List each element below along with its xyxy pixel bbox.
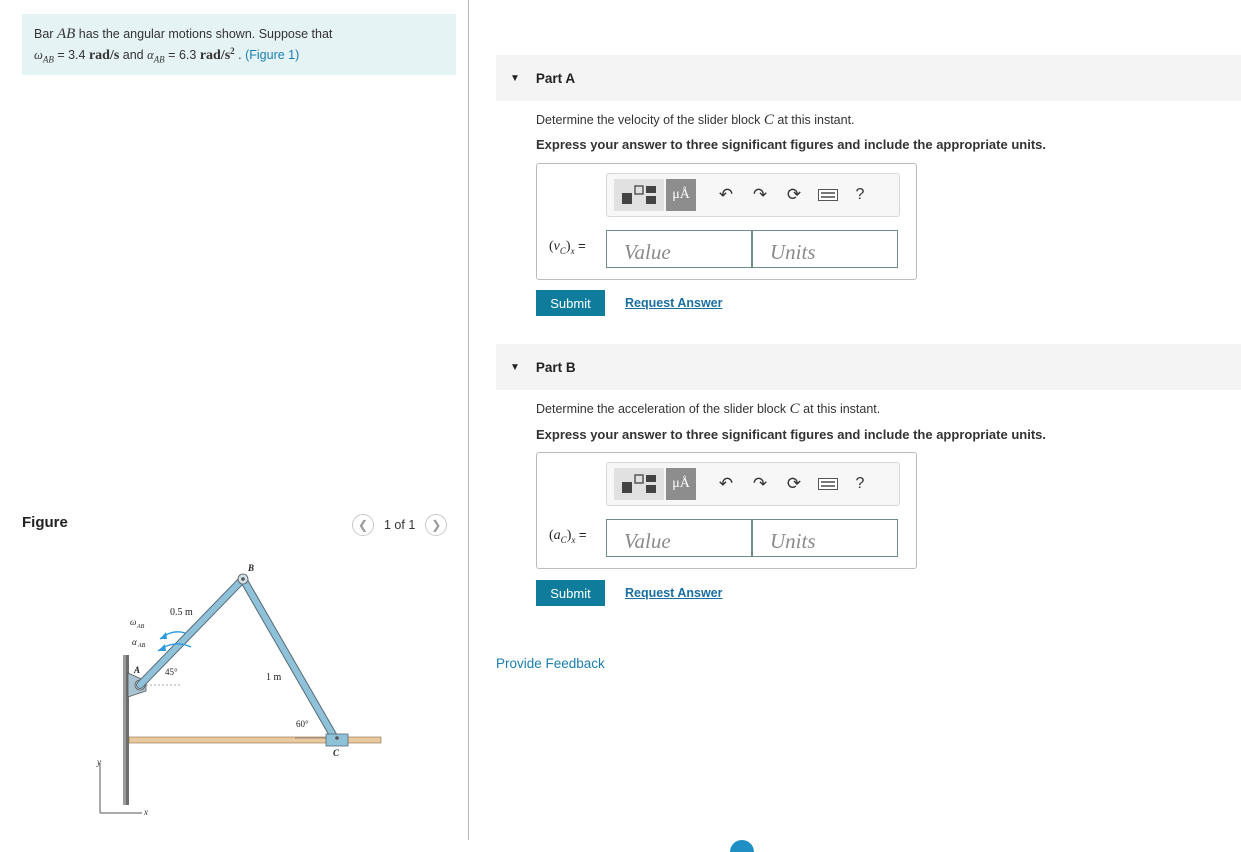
label-angle-45: 45° (165, 667, 178, 677)
part-a-units-input[interactable] (752, 230, 898, 268)
alpha-unit-exponent: 2 (230, 46, 235, 56)
reset-icon[interactable]: ⟳ (782, 183, 806, 207)
label-length-ab: 0.5 m (170, 607, 193, 618)
slider-block (325, 733, 349, 747)
problem-text: has the angular motions shown. Suppose t… (78, 27, 333, 41)
part-a-toolbar: μÅ ↶ ↷ ⟳ ? (606, 173, 900, 217)
part-b-instruction-var: C (789, 401, 800, 417)
templates-button[interactable] (614, 468, 664, 500)
label-b: B (247, 563, 254, 573)
mechanism-figure: y x B A C 0.5 m 1 m ω AB α AB 45° 60° (96, 563, 382, 817)
eq-comp: x (571, 534, 576, 545)
part-a-instruction-bold: Express your answer to three significant… (536, 137, 1046, 152)
label-c: C (333, 748, 340, 758)
next-figure-button[interactable]: ❯ (425, 514, 448, 536)
part-a-instruction-var: C (763, 112, 774, 128)
eq-equals: = (578, 238, 586, 253)
label-omega: ω (130, 617, 136, 627)
label-length-bc: 1 m (266, 672, 282, 683)
part-a-submit-button[interactable]: Submit (536, 290, 605, 316)
part-a-value-input[interactable] (606, 230, 752, 268)
part-b-units-input[interactable] (752, 519, 898, 557)
part-a-answer-box: μÅ ↶ ↷ ⟳ ? (vC)x = (536, 163, 917, 280)
redo-icon[interactable]: ↷ (748, 472, 772, 496)
figure-heading: Figure (22, 514, 68, 531)
part-b-instruction: Determine the acceleration of the slider… (536, 401, 880, 418)
bar-name: AB (56, 26, 76, 42)
figure-link[interactable]: (Figure 1) (245, 48, 299, 62)
x-label: x (143, 807, 148, 817)
templates-icon (622, 474, 656, 493)
units-button[interactable]: μÅ (666, 468, 696, 500)
reset-icon[interactable]: ⟳ (782, 472, 806, 496)
part-b-answer-box: μÅ ↶ ↷ ⟳ ? (aC)x = (536, 452, 917, 569)
y-label: y (96, 757, 101, 767)
eq-equals: = (578, 527, 587, 542)
and-text: and (122, 48, 144, 63)
label-omega-sub: AB (136, 624, 145, 630)
part-a-request-answer-link[interactable]: Request Answer (625, 296, 722, 310)
collapse-triangle-icon: ▼ (510, 72, 520, 84)
eq-comp: x (570, 245, 575, 256)
column-divider (468, 0, 469, 840)
part-b-title: Part B (535, 359, 576, 375)
undo-icon[interactable]: ↶ (714, 183, 738, 207)
problem-intro: Bar (34, 27, 54, 41)
omega-unit: rad/s (88, 48, 120, 64)
label-alpha-sub: AB (137, 643, 146, 649)
part-b-value-input[interactable] (606, 519, 752, 557)
part-a-header[interactable]: ▼ Part A (496, 55, 1241, 101)
templates-button[interactable] (614, 179, 664, 211)
label-angle-60: 60° (296, 719, 309, 729)
units-button[interactable]: μÅ (666, 179, 696, 211)
part-b-request-answer-link[interactable]: Request Answer (625, 586, 722, 600)
collapse-triangle-icon: ▼ (510, 361, 520, 373)
templates-icon (622, 185, 656, 204)
label-a: A (133, 665, 140, 675)
provide-feedback-link[interactable]: Provide Feedback (496, 656, 605, 671)
left-column: Bar AB has the angular motions shown. Su… (0, 0, 469, 845)
label-alpha: α (132, 637, 137, 647)
problem-statement: Bar AB has the angular motions shown. Su… (22, 14, 456, 75)
part-b-equation-label: (aC)x = (549, 527, 586, 545)
part-a-title: Part A (535, 70, 576, 86)
figure-pager: ❮ 1 of 1 ❯ (352, 514, 448, 536)
redo-icon[interactable]: ↷ (748, 183, 772, 207)
omega-value: = 3.4 (57, 48, 86, 63)
eq-var: a (553, 528, 561, 543)
chevron-left-icon: ❮ (357, 518, 369, 532)
part-a-instruction-pre: Determine the velocity of the slider blo… (536, 113, 761, 127)
alpha-unit: rad/s (199, 48, 231, 64)
part-b-header[interactable]: ▼ Part B (496, 344, 1241, 390)
part-a-instruction-post: at this instant. (777, 113, 855, 127)
part-a-instruction: Determine the velocity of the slider blo… (536, 112, 855, 129)
part-a-equation-label: (vC)x = (549, 238, 586, 256)
pager-text: 1 of 1 (384, 518, 416, 532)
part-b-instruction-post: at this instant. (803, 402, 881, 416)
prev-figure-button[interactable]: ❮ (352, 514, 374, 536)
part-b-submit-button[interactable]: Submit (536, 580, 605, 606)
part-b-instruction-bold: Express your answer to three significant… (536, 427, 1046, 442)
keyboard-icon[interactable] (816, 183, 840, 207)
part-b-toolbar: μÅ ↶ ↷ ⟳ ? (606, 462, 900, 506)
alpha-subscript: AB (153, 54, 165, 65)
period: . (238, 48, 242, 63)
keyboard-icon[interactable] (816, 472, 840, 496)
alpha-value: = 6.3 (168, 48, 197, 63)
omega-subscript: AB (42, 54, 54, 65)
omega-symbol: ω (34, 48, 43, 63)
undo-icon[interactable]: ↶ (714, 472, 738, 496)
part-b-instruction-pre: Determine the acceleration of the slider… (536, 402, 787, 416)
scroll-indicator (730, 840, 754, 852)
help-icon[interactable]: ? (848, 472, 872, 496)
help-icon[interactable]: ? (848, 183, 872, 207)
chevron-right-icon: ❯ (431, 518, 442, 532)
